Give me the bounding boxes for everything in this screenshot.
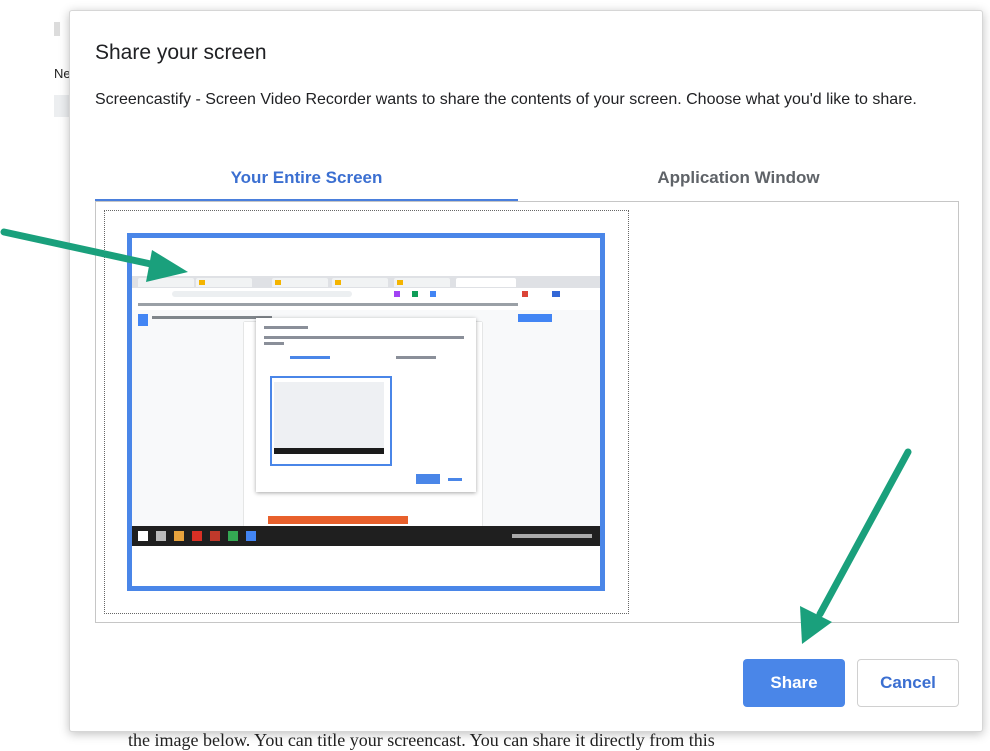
preview-doc-title <box>152 316 272 319</box>
preview-ext-icon <box>522 291 528 297</box>
tab-application-window[interactable]: Application Window <box>518 163 959 202</box>
preview-tab <box>332 278 388 287</box>
preview-line <box>264 342 284 345</box>
dialog-description: Screencastify - Screen Video Recorder wa… <box>95 91 917 108</box>
preview-nested-dialog <box>256 318 476 492</box>
preview-url <box>172 291 352 297</box>
preview-ext-icon <box>394 291 400 297</box>
preview-tab <box>272 278 328 287</box>
preview-ext-icon <box>430 291 436 297</box>
share-source-tabs: Your Entire Screen Application Window <box>95 163 959 202</box>
preview-nested-thumb <box>270 376 392 466</box>
background-body-text: the image below. You can title your scre… <box>128 730 715 750</box>
preview-nested-screen <box>274 382 384 448</box>
preview-nested-taskbar <box>274 448 384 454</box>
background-edge-mark <box>54 22 60 36</box>
dialog-title: Share your screen <box>95 41 267 64</box>
preview-tab <box>456 278 516 287</box>
preview-line <box>264 336 464 339</box>
preview-tabbar <box>132 276 600 288</box>
preview-document-area <box>132 310 600 526</box>
preview-taskbar-icon <box>210 531 220 541</box>
screen-preview-image <box>132 276 600 546</box>
share-button[interactable]: Share <box>743 659 845 707</box>
preview-bookmarks <box>138 303 518 306</box>
preview-taskbar-icon <box>228 531 238 541</box>
preview-taskbar-icon <box>174 531 184 541</box>
preview-tab <box>394 278 450 287</box>
annotation-arrow-icon <box>800 448 912 644</box>
preview-taskbar-icon <box>246 531 256 541</box>
preview-nested-share <box>416 474 440 484</box>
preview-taskbar-icon <box>156 531 166 541</box>
preview-share-button <box>518 314 552 322</box>
preview-orange-bar <box>268 516 408 524</box>
preview-tab <box>196 278 252 287</box>
preview-taskbar <box>132 526 600 546</box>
preview-line <box>290 356 330 359</box>
preview-tray <box>512 534 592 538</box>
preview-ext-icon <box>412 291 418 297</box>
preview-line <box>396 356 436 359</box>
preview-ext-icon <box>552 291 560 297</box>
preview-start-icon <box>138 531 148 541</box>
preview-line <box>264 326 308 329</box>
annotation-arrow-icon <box>0 228 188 282</box>
cancel-button[interactable]: Cancel <box>857 659 959 707</box>
preview-taskbar-icon <box>192 531 202 541</box>
preview-docs-icon <box>138 314 148 326</box>
preview-line <box>448 478 462 481</box>
tab-entire-screen[interactable]: Your Entire Screen <box>95 163 518 202</box>
